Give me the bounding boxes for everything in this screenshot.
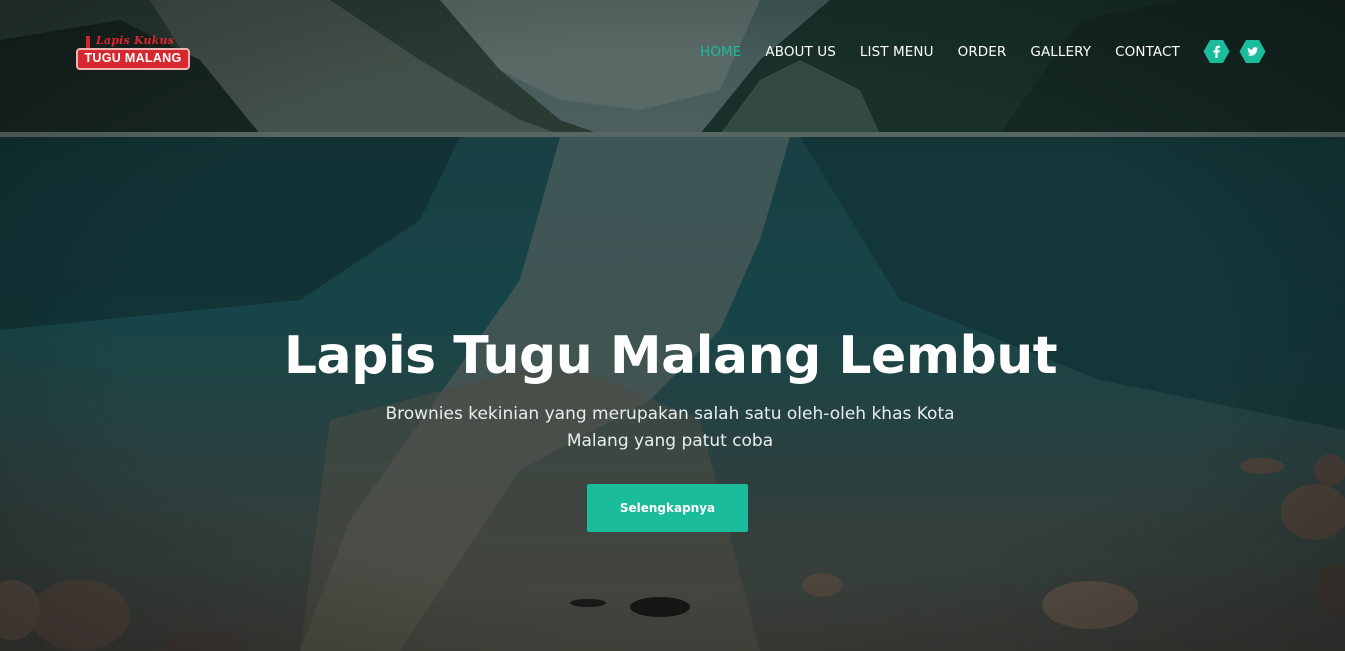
twitter-icon[interactable] bbox=[1239, 39, 1266, 64]
hero-title-text: Lapis Tugu Malang Lembut bbox=[283, 326, 1058, 386]
selengkapnya-button[interactable]: Selengkapnya bbox=[587, 484, 748, 532]
facebook-icon[interactable] bbox=[1203, 39, 1230, 64]
logo-script-text: Lapis Kukus bbox=[96, 34, 175, 47]
hero-subtitle: Brownies kekinian yang merupakan salah s… bbox=[370, 401, 970, 455]
nav-item-list-menu[interactable]: LIST MENU bbox=[860, 43, 934, 61]
logo-name-text: TUGU MALANG bbox=[84, 51, 182, 65]
nav-item-order[interactable]: ORDER bbox=[958, 43, 1007, 61]
nav-item-about-us[interactable]: ABOUT US bbox=[765, 43, 836, 61]
hero-title: Lapis Tugu Malang Lembut bbox=[0, 326, 1345, 386]
nav-item-gallery[interactable]: GALLERY bbox=[1030, 43, 1091, 61]
social-links bbox=[1203, 39, 1266, 64]
hero-subtitle-line-2: Malang yang patut coba bbox=[566, 431, 774, 451]
nav-item-contact[interactable]: CONTACT bbox=[1115, 43, 1180, 61]
nav-item-home[interactable]: HOME bbox=[700, 43, 741, 61]
hero-subtitle-line-1: Brownies kekinian yang merupakan salah s… bbox=[385, 404, 955, 424]
main-navigation: HOME ABOUT US LIST MENU ORDER GALLERY CO… bbox=[700, 43, 1204, 61]
brand-logo[interactable]: Lapis Kukus TUGU MALANG bbox=[76, 34, 192, 72]
logo-banner: TUGU MALANG bbox=[76, 48, 190, 70]
